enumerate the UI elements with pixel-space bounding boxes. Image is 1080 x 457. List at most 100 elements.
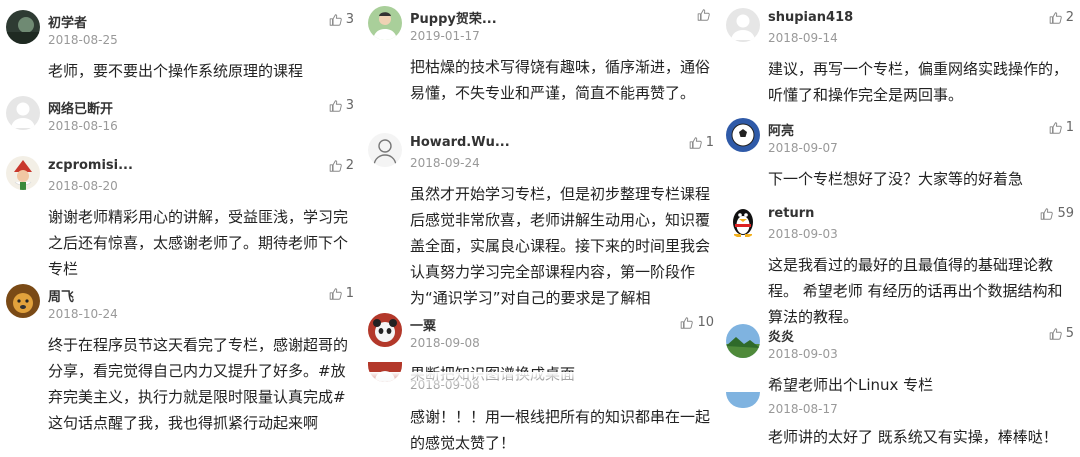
like-count: 3 — [345, 12, 354, 27]
comment-text: 老师讲的太好了 既系统又有实操，棒棒哒！ — [768, 428, 1058, 446]
comment-date: 2018-09-07 — [768, 141, 838, 155]
comment-date: 2018-10-24 — [48, 307, 118, 321]
landscape-avatar-icon — [726, 324, 760, 358]
username[interactable]: zcpromisi... — [48, 158, 133, 173]
like-button[interactable]: 3 — [329, 98, 354, 113]
like-button[interactable]: 1 — [689, 135, 714, 150]
comment-text: 这是我看过的最好的且最值得的基础理论教程。 希望老师 有经历的话再出个数据结构和… — [768, 256, 1063, 326]
comment-column-3: shupian418 2018-09-14 2 建议，再写一个专栏，偏重网络实践… — [720, 0, 1080, 457]
comment-card: 阿亮 2018-09-07 1 下一个专栏想好了没？大家等的好着急 — [720, 118, 1080, 194]
person-avatar-icon — [368, 6, 402, 40]
comment-card: 网络已断开 2018-08-16 3 — [0, 96, 360, 142]
comment-date: 2018-09-03 — [768, 227, 838, 241]
comment-date: 2018-08-16 — [48, 119, 118, 133]
thumbs-up-icon — [1049, 327, 1062, 340]
thumbs-up-icon — [1049, 121, 1062, 134]
like-button[interactable]: 5 — [1049, 326, 1074, 341]
comment-text: 下一个专栏想好了没？大家等的好着急 — [768, 170, 1024, 188]
username[interactable]: 初学者 — [48, 12, 87, 31]
like-count: 1 — [705, 135, 714, 150]
thumbs-up-icon — [329, 159, 342, 172]
sketch-avatar-icon — [368, 133, 402, 167]
comment-date: 2018-09-24 — [410, 156, 480, 170]
comment-text: 谢谢老师精彩用心的讲解，受益匪浅，学习完之后还有惊喜，太感谢老师了。期待老师下个… — [48, 208, 349, 278]
comment-date: 2018-09-03 — [768, 347, 838, 361]
comment-date: 2018-08-20 — [48, 179, 118, 193]
username[interactable]: 周飞 — [48, 286, 74, 305]
username[interactable]: shupian418 — [768, 10, 853, 25]
like-count: 59 — [1057, 206, 1074, 221]
thumbs-up-icon — [1041, 207, 1054, 220]
comment-card: Puppy贺荣... 2019-01-17 把枯燥的技术写得饶有趣味，循序渐进，… — [362, 6, 720, 126]
comment-text: 把枯燥的技术写得饶有趣味，循序渐进，通俗易懂，不失专业和严谨，简直不能再赞了。 — [410, 58, 711, 102]
like-button[interactable]: 3 — [329, 12, 354, 27]
username[interactable]: 网络已断开 — [48, 98, 113, 117]
comment-card: 2018-09-08 感谢！！！用一根线把所有的知识都串在一起的感觉太赞了！ — [362, 362, 720, 457]
avatar[interactable] — [368, 313, 402, 347]
like-button[interactable] — [697, 8, 714, 22]
username[interactable]: Puppy贺荣... — [410, 8, 497, 27]
santa-avatar-icon — [6, 156, 40, 190]
default-avatar-icon — [6, 96, 40, 130]
comment-date: 2019-01-17 — [410, 29, 480, 43]
comment-text: 虽然才开始学习专栏，但是初步整理专栏课程后感觉非常欣喜，老师讲解生动用心，知识覆… — [410, 185, 711, 307]
avatar[interactable] — [726, 324, 760, 358]
comment-text: 建议，再写一个专栏，偏重网络实践操作的，听懂了和操作完全是两回事。 — [768, 60, 1069, 104]
like-button[interactable]: 1 — [329, 286, 354, 301]
like-button[interactable]: 1 — [1049, 120, 1074, 135]
comment-text: 希望老师出个Linux 专栏 — [768, 376, 934, 394]
like-button[interactable]: 59 — [1040, 206, 1074, 221]
username[interactable]: 一粟 — [410, 315, 436, 334]
avatar[interactable] — [368, 133, 402, 167]
avatar[interactable] — [726, 204, 760, 238]
comment-text: 老师，要不要出个操作系统原理的课程 — [48, 62, 304, 80]
soccer-ball-avatar-icon — [726, 118, 760, 152]
landscape-avatar-icon — [726, 392, 760, 408]
avatar[interactable] — [6, 96, 40, 130]
panda-avatar-icon — [368, 313, 402, 347]
comment-date: 2018-08-25 — [48, 33, 118, 47]
avatar[interactable] — [6, 284, 40, 318]
like-count: 1 — [345, 286, 354, 301]
username[interactable]: Howard.Wu... — [410, 135, 510, 150]
comment-card: return 2018-09-03 59 这是我看过的最好的且最值得的基础理论教… — [720, 204, 1080, 326]
avatar[interactable] — [6, 10, 40, 44]
like-button[interactable]: 10 — [680, 315, 714, 330]
avatar[interactable] — [368, 6, 402, 40]
comment-card: Howard.Wu... 2018-09-24 1 虽然才开始学习专栏，但是初步… — [362, 133, 720, 308]
penguin-avatar-icon — [726, 204, 760, 238]
thumbs-up-icon — [1049, 11, 1062, 24]
dark-portrait-icon — [6, 10, 40, 44]
scroll-fade — [362, 372, 720, 390]
comment-card: shupian418 2018-09-14 2 建议，再写一个专栏，偏重网络实践… — [720, 8, 1080, 118]
like-button[interactable]: 2 — [329, 158, 354, 173]
comment-date: 2018-08-17 — [768, 402, 838, 416]
like-count: 2 — [345, 158, 354, 173]
avatar[interactable] — [726, 118, 760, 152]
like-count: 1 — [1065, 120, 1074, 135]
thumbs-up-icon — [697, 9, 710, 21]
like-count: 10 — [697, 315, 714, 330]
thumbs-up-icon — [689, 136, 702, 149]
username[interactable]: 阿亮 — [768, 120, 794, 139]
comment-column-1: 初学者 2018-08-25 3 老师，要不要出个操作系统原理的课程 网络已断开… — [0, 0, 360, 457]
like-button[interactable]: 2 — [1049, 10, 1074, 25]
comment-card: zcpromisi... 2018-08-20 2 谢谢老师精彩用心的讲解，受益… — [0, 156, 360, 278]
like-count: 5 — [1065, 326, 1074, 341]
avatar[interactable] — [726, 392, 760, 408]
comment-date: 2018-09-08 — [410, 336, 480, 350]
comment-text: 终于在程序员节这天看完了专栏，感谢超哥的分享，看完觉得自己内力又提升了好多。#放… — [48, 336, 349, 432]
thumbs-up-icon — [329, 287, 342, 300]
comment-date: 2018-09-14 — [768, 31, 838, 45]
comment-card: 炎炎 2018-09-03 5 希望老师出个Linux 专栏 — [720, 324, 1080, 394]
username[interactable]: return — [768, 206, 814, 221]
comment-card: 初学者 2018-08-25 3 老师，要不要出个操作系统原理的课程 — [0, 10, 360, 90]
thumbs-up-icon — [329, 99, 342, 112]
comment-card: 周飞 2018-10-24 1 终于在程序员节这天看完了专栏，感谢超哥的分享，看… — [0, 284, 360, 457]
username[interactable]: 炎炎 — [768, 326, 794, 345]
comment-card: 2018-08-17 老师讲的太好了 既系统又有实操，棒棒哒！ — [720, 392, 1080, 457]
default-avatar-icon — [726, 8, 760, 42]
avatar[interactable] — [6, 156, 40, 190]
like-count: 3 — [345, 98, 354, 113]
avatar[interactable] — [726, 8, 760, 42]
